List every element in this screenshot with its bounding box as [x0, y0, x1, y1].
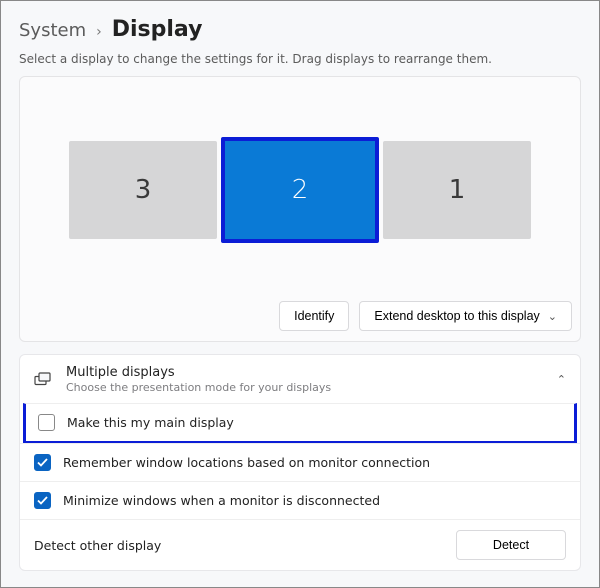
multiple-displays-section: Multiple displays Choose the presentatio…: [19, 354, 581, 571]
minimize-disconnect-label: Minimize windows when a monitor is disco…: [63, 493, 380, 508]
remember-locations-label: Remember window locations based on monit…: [63, 455, 430, 470]
detect-label: Detect other display: [34, 538, 161, 553]
multiple-displays-title: Multiple displays: [66, 365, 331, 380]
display-mode-value: Extend desktop to this display: [374, 309, 539, 323]
arrange-instruction: Select a display to change the settings …: [19, 52, 581, 66]
remember-locations-checkbox[interactable]: [34, 454, 51, 471]
monitor-canvas[interactable]: 3 2 1: [28, 85, 572, 295]
detect-row: Detect other display Detect: [20, 519, 580, 570]
multiple-displays-subtitle: Choose the presentation mode for your di…: [66, 381, 331, 394]
display-mode-dropdown[interactable]: Extend desktop to this display ⌄: [359, 301, 572, 331]
detect-button[interactable]: Detect: [456, 530, 566, 560]
breadcrumb-parent[interactable]: System: [19, 20, 86, 41]
identify-button[interactable]: Identify: [279, 301, 349, 331]
page-title: Display: [112, 17, 203, 42]
chevron-right-icon: ›: [96, 24, 102, 40]
chevron-down-icon: ⌄: [548, 310, 557, 323]
minimize-disconnect-checkbox[interactable]: [34, 492, 51, 509]
monitor-3[interactable]: 3: [69, 141, 217, 239]
minimize-disconnect-row[interactable]: Minimize windows when a monitor is disco…: [20, 481, 580, 519]
main-display-label: Make this my main display: [67, 415, 234, 430]
monitor-1[interactable]: 1: [383, 141, 531, 239]
display-arrangement-panel: 3 2 1 Identify Extend desktop to this di…: [19, 76, 581, 342]
multiple-displays-header[interactable]: Multiple displays Choose the presentatio…: [20, 355, 580, 404]
main-display-row[interactable]: Make this my main display: [23, 403, 577, 444]
chevron-up-icon: ⌃: [557, 373, 566, 386]
main-display-checkbox[interactable]: [38, 414, 55, 431]
multiple-displays-icon: [34, 371, 52, 389]
remember-locations-row[interactable]: Remember window locations based on monit…: [20, 443, 580, 481]
monitor-2-selected[interactable]: 2: [221, 137, 379, 243]
breadcrumb: System › Display: [19, 17, 581, 42]
